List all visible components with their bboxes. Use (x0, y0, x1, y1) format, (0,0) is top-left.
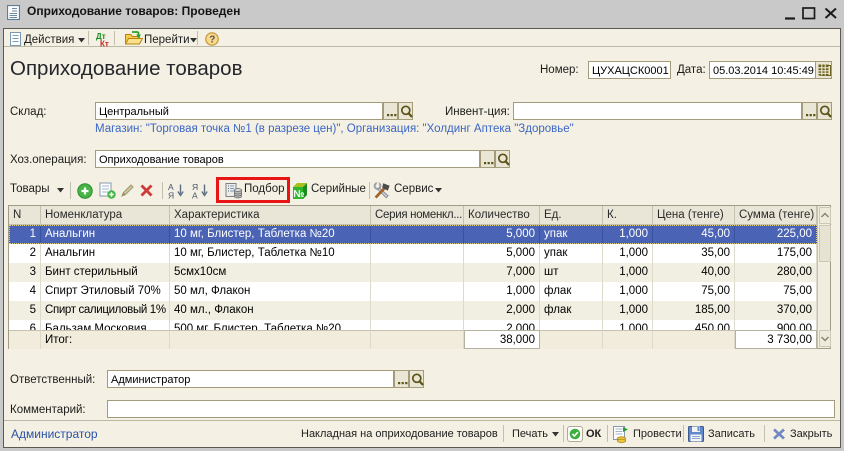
svg-text:?: ? (209, 34, 215, 45)
svg-text:№: № (293, 189, 304, 200)
svg-text:Я: Я (168, 191, 174, 200)
svg-text:А: А (192, 191, 198, 200)
svg-text:Кт: Кт (100, 39, 109, 47)
